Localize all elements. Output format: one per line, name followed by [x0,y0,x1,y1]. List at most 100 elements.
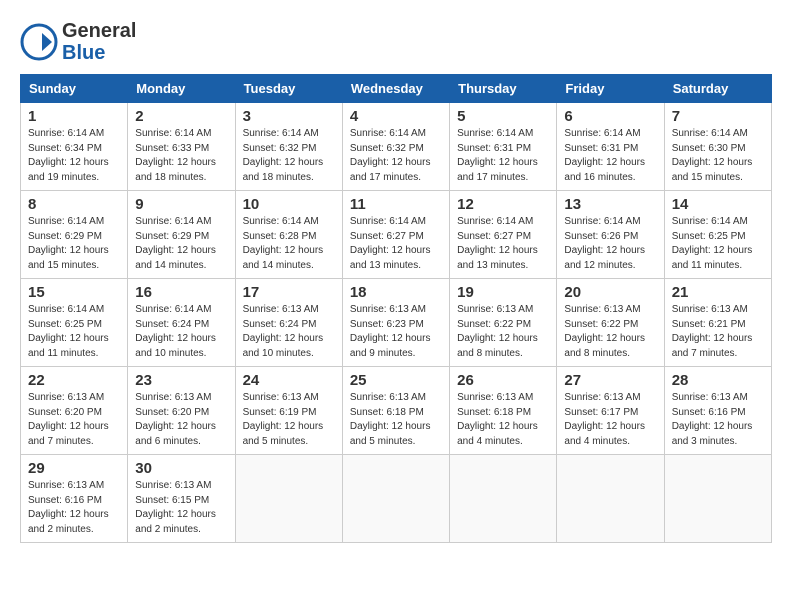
header-sunday: Sunday [21,75,128,103]
calendar-cell: 4 Sunrise: 6:14 AMSunset: 6:32 PMDaylight… [342,103,449,191]
day-info: Sunrise: 6:13 AMSunset: 6:19 PMDaylight:… [243,391,335,449]
calendar-row: 1Sunrise: 6:14 AMSunset: 6:34 PMDaylight… [21,103,772,191]
day-info: Sunrise: 6:14 AMSunset: 6:25 PMDaylight:… [28,303,120,361]
header-wednesday: Wednesday [342,75,449,103]
header-tuesday: Tuesday [235,75,342,103]
calendar-cell: 15 Sunrise: 6:14 AMSunset: 6:25 PMDayligh… [21,279,128,367]
logo: General Blue [20,20,136,64]
day-info: Sunrise: 6:14 AMSunset: 6:32 PMDaylight:… [243,127,335,185]
logo-general: General [62,20,136,42]
calendar-cell: 22 Sunrise: 6:13 AMSunset: 6:20 PMDayligh… [21,367,128,455]
calendar-row: 29 Sunrise: 6:13 AMSunset: 6:16 PMDayligh… [21,455,772,543]
calendar-cell: 8 Sunrise: 6:14 AMSunset: 6:29 PMDaylight… [21,191,128,279]
day-info: Sunrise: 6:14 AMSunset: 6:29 PMDaylight:… [28,215,120,273]
calendar-cell: 7 Sunrise: 6:14 AMSunset: 6:30 PMDaylight… [664,103,771,191]
day-number: 15 [28,284,120,301]
day-number: 27 [564,372,656,389]
day-number: 26 [457,372,549,389]
day-number: 8 [28,196,120,213]
day-number: 16 [135,284,227,301]
day-number: 22 [28,372,120,389]
calendar-row: 8 Sunrise: 6:14 AMSunset: 6:29 PMDaylight… [21,191,772,279]
calendar-cell: 18 Sunrise: 6:13 AMSunset: 6:23 PMDayligh… [342,279,449,367]
calendar-cell [342,455,449,543]
day-info: Sunrise: 6:13 AMSunset: 6:15 PMDaylight:… [135,479,227,537]
day-info: Sunrise: 6:13 AMSunset: 6:18 PMDaylight:… [457,391,549,449]
day-number: 30 [135,460,227,477]
day-info: Sunrise: 6:14 AMSunset: 6:33 PMDaylight:… [135,127,227,185]
calendar-cell: 11 Sunrise: 6:14 AMSunset: 6:27 PMDayligh… [342,191,449,279]
calendar-cell: 6Sunrise: 6:14 AMSunset: 6:31 PMDaylight… [557,103,664,191]
day-info: Sunrise: 6:13 AMSunset: 6:23 PMDaylight:… [350,303,442,361]
day-info: Sunrise: 6:14 AMSunset: 6:26 PMDaylight:… [564,215,656,273]
day-number: 6 [564,108,656,125]
day-info: Sunrise: 6:13 AMSunset: 6:16 PMDaylight:… [672,391,764,449]
calendar-cell: 21 Sunrise: 6:13 AMSunset: 6:21 PMDayligh… [664,279,771,367]
day-info: Sunrise: 6:13 AMSunset: 6:18 PMDaylight:… [350,391,442,449]
logo-icon [20,23,58,61]
header-saturday: Saturday [664,75,771,103]
day-number: 19 [457,284,549,301]
calendar-cell: 10Sunrise: 6:14 AMSunset: 6:28 PMDayligh… [235,191,342,279]
day-info: Sunrise: 6:13 AMSunset: 6:21 PMDaylight:… [672,303,764,361]
day-info: Sunrise: 6:14 AMSunset: 6:29 PMDaylight:… [135,215,227,273]
day-number: 24 [243,372,335,389]
day-number: 28 [672,372,764,389]
day-number: 21 [672,284,764,301]
calendar-cell: 14 Sunrise: 6:14 AMSunset: 6:25 PMDayligh… [664,191,771,279]
day-number: 4 [350,108,442,125]
calendar-cell [235,455,342,543]
calendar-cell: 9Sunrise: 6:14 AMSunset: 6:29 PMDaylight… [128,191,235,279]
day-number: 20 [564,284,656,301]
day-number: 29 [28,460,120,477]
calendar-cell: 3 Sunrise: 6:14 AMSunset: 6:32 PMDaylight… [235,103,342,191]
calendar-cell: 23 Sunrise: 6:13 AMSunset: 6:20 PMDayligh… [128,367,235,455]
day-number: 17 [243,284,335,301]
calendar-cell: 30 Sunrise: 6:13 AMSunset: 6:15 PMDayligh… [128,455,235,543]
day-info: Sunrise: 6:13 AMSunset: 6:22 PMDaylight:… [457,303,549,361]
day-number: 3 [243,108,335,125]
calendar-cell: 12 Sunrise: 6:14 AMSunset: 6:27 PMDayligh… [450,191,557,279]
calendar-row: 22 Sunrise: 6:13 AMSunset: 6:20 PMDayligh… [21,367,772,455]
day-number: 12 [457,196,549,213]
day-number: 13 [564,196,656,213]
calendar-cell: 1Sunrise: 6:14 AMSunset: 6:34 PMDaylight… [21,103,128,191]
day-info: Sunrise: 6:13 AMSunset: 6:20 PMDaylight:… [28,391,120,449]
logo-blue: Blue [62,42,136,64]
day-info: Sunrise: 6:13 AMSunset: 6:24 PMDaylight:… [243,303,335,361]
calendar-cell [557,455,664,543]
day-info: Sunrise: 6:14 AMSunset: 6:27 PMDaylight:… [350,215,442,273]
day-info: Sunrise: 6:14 AMSunset: 6:24 PMDaylight:… [135,303,227,361]
calendar-cell: 26 Sunrise: 6:13 AMSunset: 6:18 PMDayligh… [450,367,557,455]
day-number: 14 [672,196,764,213]
day-info: Sunrise: 6:14 AMSunset: 6:30 PMDaylight:… [672,127,764,185]
calendar-cell: 24 Sunrise: 6:13 AMSunset: 6:19 PMDayligh… [235,367,342,455]
day-info: Sunrise: 6:14 AMSunset: 6:28 PMDaylight:… [243,215,335,273]
day-number: 7 [672,108,764,125]
day-number: 5 [457,108,549,125]
day-info: Sunrise: 6:13 AMSunset: 6:17 PMDaylight:… [564,391,656,449]
calendar-cell: 17 Sunrise: 6:13 AMSunset: 6:24 PMDayligh… [235,279,342,367]
day-info: Sunrise: 6:14 AMSunset: 6:25 PMDaylight:… [672,215,764,273]
calendar-cell: 25 Sunrise: 6:13 AMSunset: 6:18 PMDayligh… [342,367,449,455]
day-info: Sunrise: 6:13 AMSunset: 6:20 PMDaylight:… [135,391,227,449]
day-number: 2 [135,108,227,125]
header-friday: Friday [557,75,664,103]
day-info: Sunrise: 6:14 AMSunset: 6:31 PMDaylight:… [457,127,549,185]
day-info: Sunrise: 6:13 AMSunset: 6:16 PMDaylight:… [28,479,120,537]
day-info: Sunrise: 6:14 AMSunset: 6:27 PMDaylight:… [457,215,549,273]
day-number: 25 [350,372,442,389]
calendar-cell: 20 Sunrise: 6:13 AMSunset: 6:22 PMDayligh… [557,279,664,367]
day-info: Sunrise: 6:14 AMSunset: 6:34 PMDaylight:… [28,127,120,185]
day-number: 23 [135,372,227,389]
day-number: 18 [350,284,442,301]
day-info: Sunrise: 6:14 AMSunset: 6:32 PMDaylight:… [350,127,442,185]
page-header: General Blue [20,20,772,64]
calendar-row: 15 Sunrise: 6:14 AMSunset: 6:25 PMDayligh… [21,279,772,367]
calendar-cell: 27 Sunrise: 6:13 AMSunset: 6:17 PMDayligh… [557,367,664,455]
calendar-cell: 29 Sunrise: 6:13 AMSunset: 6:16 PMDayligh… [21,455,128,543]
day-number: 11 [350,196,442,213]
calendar-cell: 13 Sunrise: 6:14 AMSunset: 6:26 PMDayligh… [557,191,664,279]
days-header-row: SundayMondayTuesdayWednesdayThursdayFrid… [21,75,772,103]
day-info: Sunrise: 6:13 AMSunset: 6:22 PMDaylight:… [564,303,656,361]
